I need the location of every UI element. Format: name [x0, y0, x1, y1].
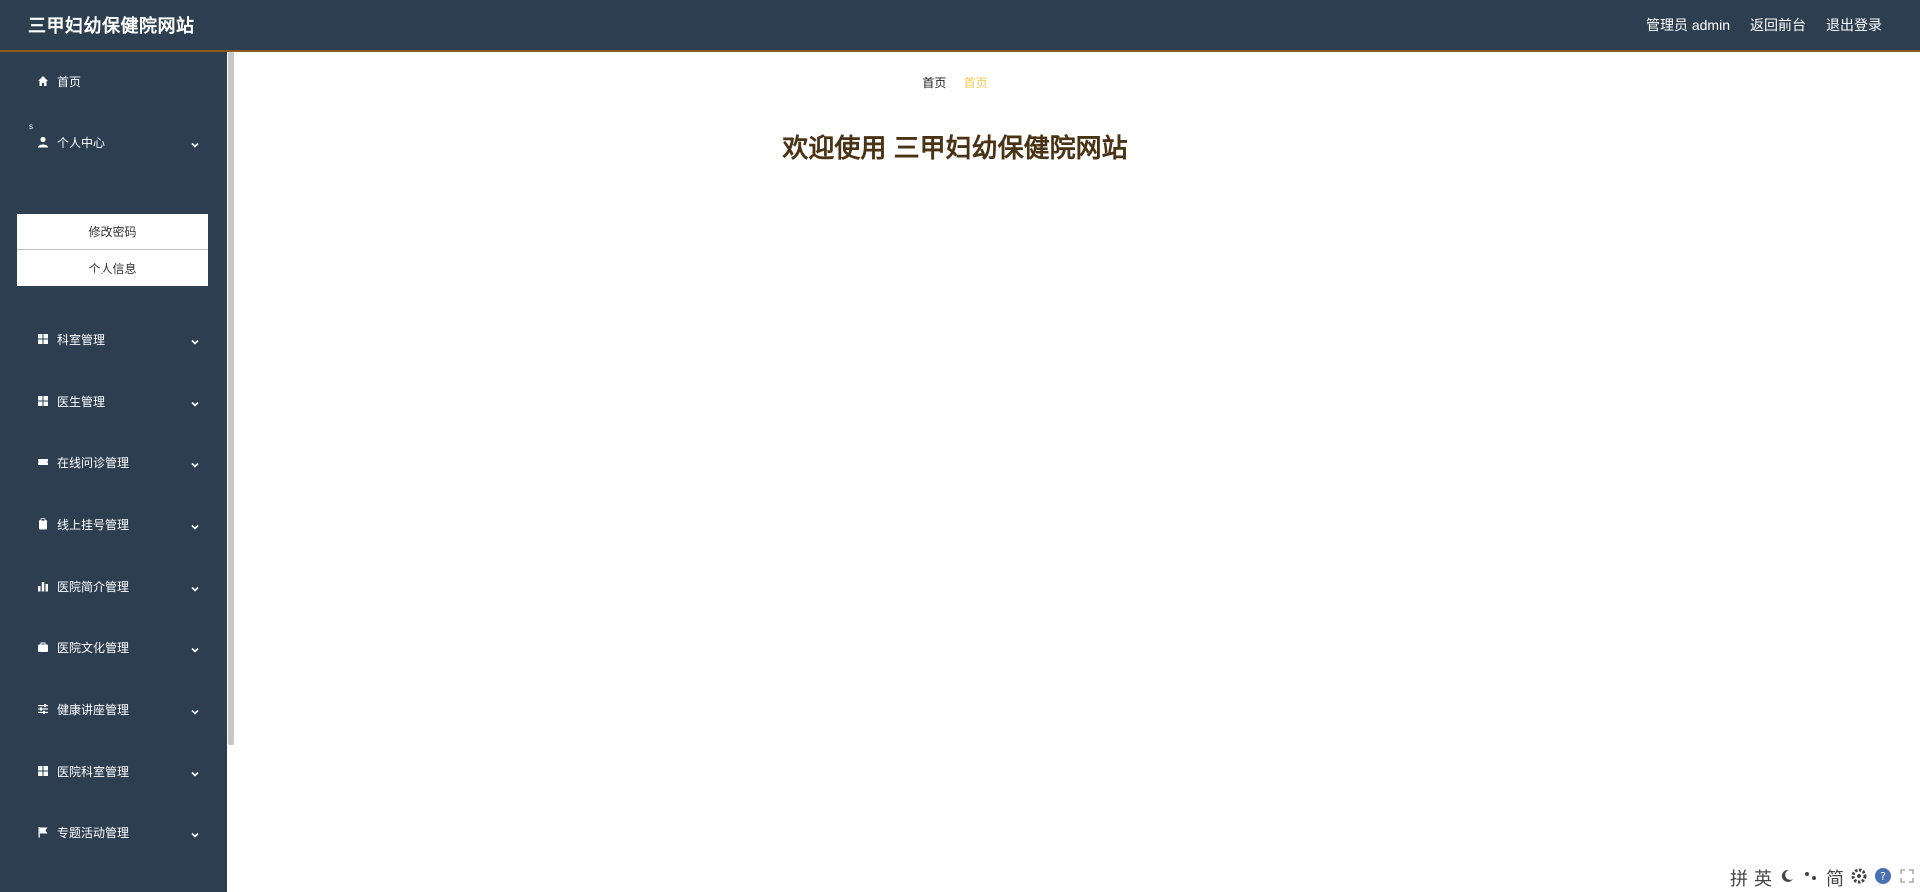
bar-chart-icon [37, 580, 49, 592]
sidebar-item-label: 医生管理 [57, 394, 106, 409]
punctuation-icon[interactable] [1802, 867, 1820, 890]
sidebar-item-personal-center[interactable]: 个人中心 [0, 124, 227, 160]
sidebar-item-hospital-department[interactable]: 医院科室管理 [0, 753, 227, 789]
sidebar-item-label: 科室管理 [57, 332, 106, 347]
main-content: 首页 首页 欢迎使用 三甲妇幼保健院网站 拼 英 简 ? [235, 52, 1920, 892]
welcome-heading: 欢迎使用 三甲妇幼保健院网站 [782, 133, 1128, 163]
breadcrumb-current: 首页 [963, 76, 988, 90]
grid-icon [37, 765, 49, 777]
top-actions: 管理员 admin 返回前台 退出登录 [1646, 15, 1882, 35]
sidebar-item-hospital-intro[interactable]: 医院简介管理 [0, 568, 227, 604]
sidebar-item-label: 用户管理 [57, 270, 106, 285]
sidebar-item-special-events[interactable]: 专题活动管理 [0, 814, 227, 850]
site-title: 三甲妇幼保健院网站 [28, 16, 195, 36]
back-to-frontend-link[interactable]: 返回前台 [1750, 15, 1806, 35]
chevron-down-icon [190, 396, 200, 407]
chevron-down-icon [190, 519, 200, 530]
sidebar-item-online-consultation[interactable]: 在线问诊管理 [0, 444, 227, 480]
ime-toolbar: 拼 英 简 ? [1730, 866, 1916, 890]
scrollbar-thumb[interactable] [228, 52, 234, 745]
submenu-item-change-password[interactable]: 修改密码 [17, 214, 208, 250]
clipboard-icon [37, 518, 49, 530]
ime-pinyin-toggle[interactable]: 拼 [1730, 865, 1748, 891]
chevron-down-icon [190, 272, 200, 283]
sidebar-item-label: 健康讲座管理 [57, 702, 130, 717]
chevron-down-icon [190, 827, 200, 838]
sidebar-item-doctor-management[interactable]: 医生管理 [0, 383, 227, 419]
ticket-icon [37, 456, 49, 468]
sidebar-item-label: 个人中心 [57, 135, 106, 150]
sidebar-scrollbar[interactable] [227, 52, 235, 892]
sidebar-item-label: 医院科室管理 [57, 764, 130, 779]
breadcrumb-home-link[interactable]: 首页 [922, 76, 946, 90]
expand-icon[interactable] [1898, 867, 1916, 890]
chevron-down-icon [190, 334, 200, 345]
chevron-down-icon [190, 704, 200, 715]
sidebar-item-label: 医院简介管理 [57, 579, 130, 594]
ime-simplified-toggle[interactable]: 简 [1826, 865, 1844, 891]
briefcase-icon [37, 641, 49, 653]
chevron-down-icon [190, 457, 200, 468]
top-header: 三甲妇幼保健院网站 管理员 admin 返回前台 退出登录 [0, 0, 1920, 52]
user-icon [37, 136, 49, 148]
sidebar-item-label: 专题活动管理 [57, 825, 130, 840]
sidebar-item-label: 医院文化管理 [57, 640, 130, 655]
grid-icon [37, 395, 49, 407]
grid-icon [37, 271, 49, 283]
sidebar-item-user-management[interactable]: 用户管理 [0, 259, 227, 295]
sidebar-item-online-registration[interactable]: 线上挂号管理 [0, 506, 227, 542]
flag-icon [37, 826, 49, 838]
chevron-down-icon [190, 137, 200, 148]
breadcrumb: 首页 首页 [235, 74, 1675, 91]
sidebar-item-department-management[interactable]: 科室管理 [0, 321, 227, 357]
sliders-icon [37, 703, 49, 715]
svg-text:?: ? [1880, 870, 1886, 883]
help-icon[interactable]: ? [1874, 867, 1892, 890]
chevron-down-icon [190, 766, 200, 777]
sidebar-item-label: 首页 [57, 74, 82, 89]
sidebar-item-home[interactable]: 首页 [0, 63, 227, 99]
home-icon [37, 75, 49, 87]
sidebar-item-label: 在线问诊管理 [57, 455, 130, 470]
sidebar-item-label: 线上挂号管理 [57, 517, 130, 532]
sidebar-item-health-lecture[interactable]: 健康讲座管理 [0, 691, 227, 727]
sidebar-nav: s 首页 个人中心 修改密码 个人信息 用户管理 科室管理 医生管理 在线问诊管… [0, 52, 227, 892]
logout-link[interactable]: 退出登录 [1826, 15, 1882, 35]
gear-icon[interactable] [1850, 867, 1868, 890]
admin-user-label[interactable]: 管理员 admin [1646, 15, 1730, 35]
moon-icon[interactable] [1778, 867, 1796, 890]
grid-icon [37, 333, 49, 345]
ime-english-toggle[interactable]: 英 [1754, 865, 1772, 891]
chevron-down-icon [190, 581, 200, 592]
chevron-down-icon [190, 642, 200, 653]
sidebar-item-hospital-culture[interactable]: 医院文化管理 [0, 629, 227, 665]
